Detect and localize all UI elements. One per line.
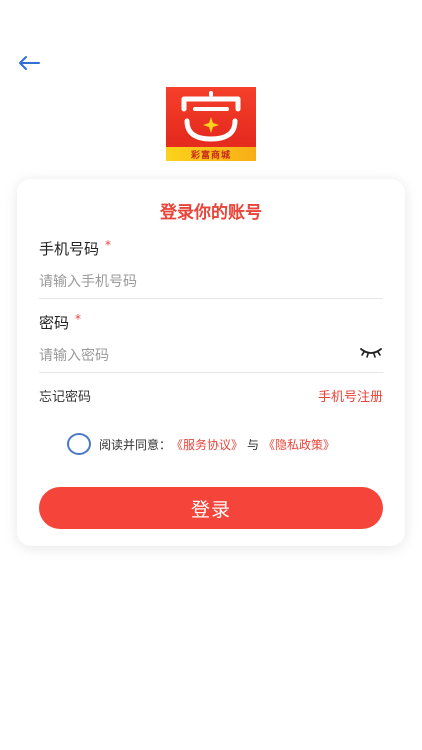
required-mark: *: [75, 312, 82, 326]
eye-closed-icon[interactable]: [359, 344, 383, 360]
app-logo: 彩富商城: [166, 87, 256, 161]
logo-caption: 彩富商城: [166, 147, 256, 161]
agreement-checkbox[interactable]: [67, 433, 91, 455]
required-mark: *: [105, 238, 112, 252]
password-input[interactable]: [39, 339, 383, 373]
phone-input[interactable]: [39, 265, 383, 299]
phone-register-link[interactable]: 手机号注册: [318, 386, 383, 405]
login-page: 彩富商城 登录你的账号 手机号码 * 密码 * 忘记密码 手机号注册 阅读并同意： …: [0, 0, 422, 750]
login-card: 登录你的账号 手机号码 * 密码 * 忘记密码 手机号注册 阅读并同意： 《服务协议…: [17, 179, 405, 546]
service-agreement-link[interactable]: 《服务协议》: [171, 436, 243, 453]
password-label-text: 密码: [39, 314, 70, 332]
agreement-joiner: 与: [247, 437, 260, 452]
card-title: 登录你的账号: [160, 203, 262, 223]
logo-glyph-icon: [181, 91, 241, 142]
phone-label-text: 手机号码: [39, 240, 100, 258]
password-label: 密码 *: [39, 312, 81, 333]
back-button[interactable]: [14, 50, 44, 76]
privacy-policy-link[interactable]: 《隐私政策》: [263, 436, 335, 453]
agreement-row: 阅读并同意： 《服务协议》 与 《隐私政策》: [67, 433, 335, 455]
forgot-password-link[interactable]: 忘记密码: [39, 386, 91, 405]
login-button[interactable]: 登录: [39, 487, 383, 529]
phone-label: 手机号码 *: [39, 238, 111, 259]
agreement-prefix: 阅读并同意：: [99, 437, 172, 452]
arrow-left-icon: [19, 56, 40, 70]
